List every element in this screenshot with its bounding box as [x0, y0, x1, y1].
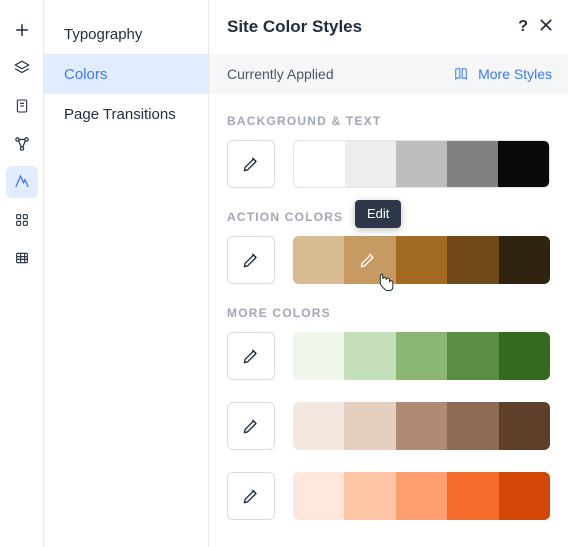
swatch-row-more2 [293, 402, 550, 450]
nav-label: Typography [64, 26, 142, 43]
swatch[interactable] [499, 236, 550, 284]
edit-background-button[interactable] [227, 140, 275, 188]
nav-label: Colors [64, 66, 107, 83]
swatch[interactable] [396, 332, 447, 380]
swatch[interactable] [396, 402, 447, 450]
swatch[interactable] [396, 141, 447, 187]
book-icon [452, 67, 470, 81]
swatch-row-more3 [293, 472, 550, 520]
swatch[interactable] [447, 236, 498, 284]
swatch[interactable] [396, 472, 447, 520]
edit-action-button[interactable] [227, 236, 275, 284]
swatch-row-action [293, 236, 550, 284]
palette-more-1 [227, 332, 550, 380]
applied-row: Currently Applied More Styles [209, 54, 568, 94]
hover-pencil-icon [343, 237, 393, 283]
panel-title: Site Color Styles [227, 17, 362, 37]
section-label-more: MORE COLORS [227, 306, 550, 320]
swatch[interactable] [344, 402, 395, 450]
rail-connections[interactable] [6, 128, 38, 160]
pencil-icon [241, 486, 261, 506]
rail-design[interactable] [6, 166, 38, 198]
edit-more1-button[interactable] [227, 332, 275, 380]
rail-apps[interactable] [6, 204, 38, 236]
rail-table[interactable] [6, 242, 38, 274]
close-button[interactable] [538, 17, 554, 37]
nav-colors[interactable]: Colors [44, 54, 208, 94]
pencil-icon [241, 250, 261, 270]
swatch[interactable] [447, 141, 498, 187]
pencil-icon [241, 416, 261, 436]
swatch[interactable] [396, 236, 447, 284]
section-label-background: BACKGROUND & TEXT [227, 114, 550, 128]
swatch[interactable] [344, 472, 395, 520]
swatch[interactable] [293, 402, 344, 450]
panel-header: Site Color Styles ? [209, 0, 568, 54]
rail-layers[interactable] [6, 52, 38, 84]
swatch[interactable] [499, 402, 550, 450]
more-styles-label: More Styles [478, 66, 552, 82]
edit-tooltip: Edit [355, 200, 401, 228]
panel: Site Color Styles ? Currently Applied Mo… [209, 0, 568, 547]
edit-more2-button[interactable] [227, 402, 275, 450]
edit-more3-button[interactable] [227, 472, 275, 520]
swatch-row-background [293, 140, 550, 188]
swatch[interactable] [499, 472, 550, 520]
swatch[interactable] [344, 332, 395, 380]
nav-label: Page Transitions [64, 106, 176, 123]
nav-typography[interactable]: Typography [44, 14, 208, 54]
palette-background [227, 140, 550, 188]
palette-more-3 [227, 472, 550, 520]
swatch-row-more1 [293, 332, 550, 380]
currently-applied-label: Currently Applied [227, 66, 334, 82]
swatch[interactable] [447, 332, 498, 380]
swatch[interactable] [293, 472, 344, 520]
rail-page[interactable] [6, 90, 38, 122]
swatch[interactable] [447, 402, 498, 450]
swatch[interactable] [447, 472, 498, 520]
swatch[interactable] [499, 332, 550, 380]
swatch[interactable] [293, 236, 344, 284]
swatch[interactable] [294, 141, 345, 187]
help-button[interactable]: ? [518, 18, 528, 36]
swatch[interactable] [345, 141, 396, 187]
rail-add[interactable] [6, 14, 38, 46]
palette-action: Edit [227, 236, 550, 284]
nav-page-transitions[interactable]: Page Transitions [44, 94, 208, 134]
palette-more-2 [227, 402, 550, 450]
swatch[interactable] [498, 141, 549, 187]
more-styles-button[interactable]: More Styles [452, 66, 552, 82]
swatch[interactable] [293, 332, 344, 380]
pencil-icon [241, 346, 261, 366]
secondary-nav: Typography Colors Page Transitions [44, 0, 209, 547]
icon-rail [0, 0, 44, 547]
pencil-icon [241, 154, 261, 174]
